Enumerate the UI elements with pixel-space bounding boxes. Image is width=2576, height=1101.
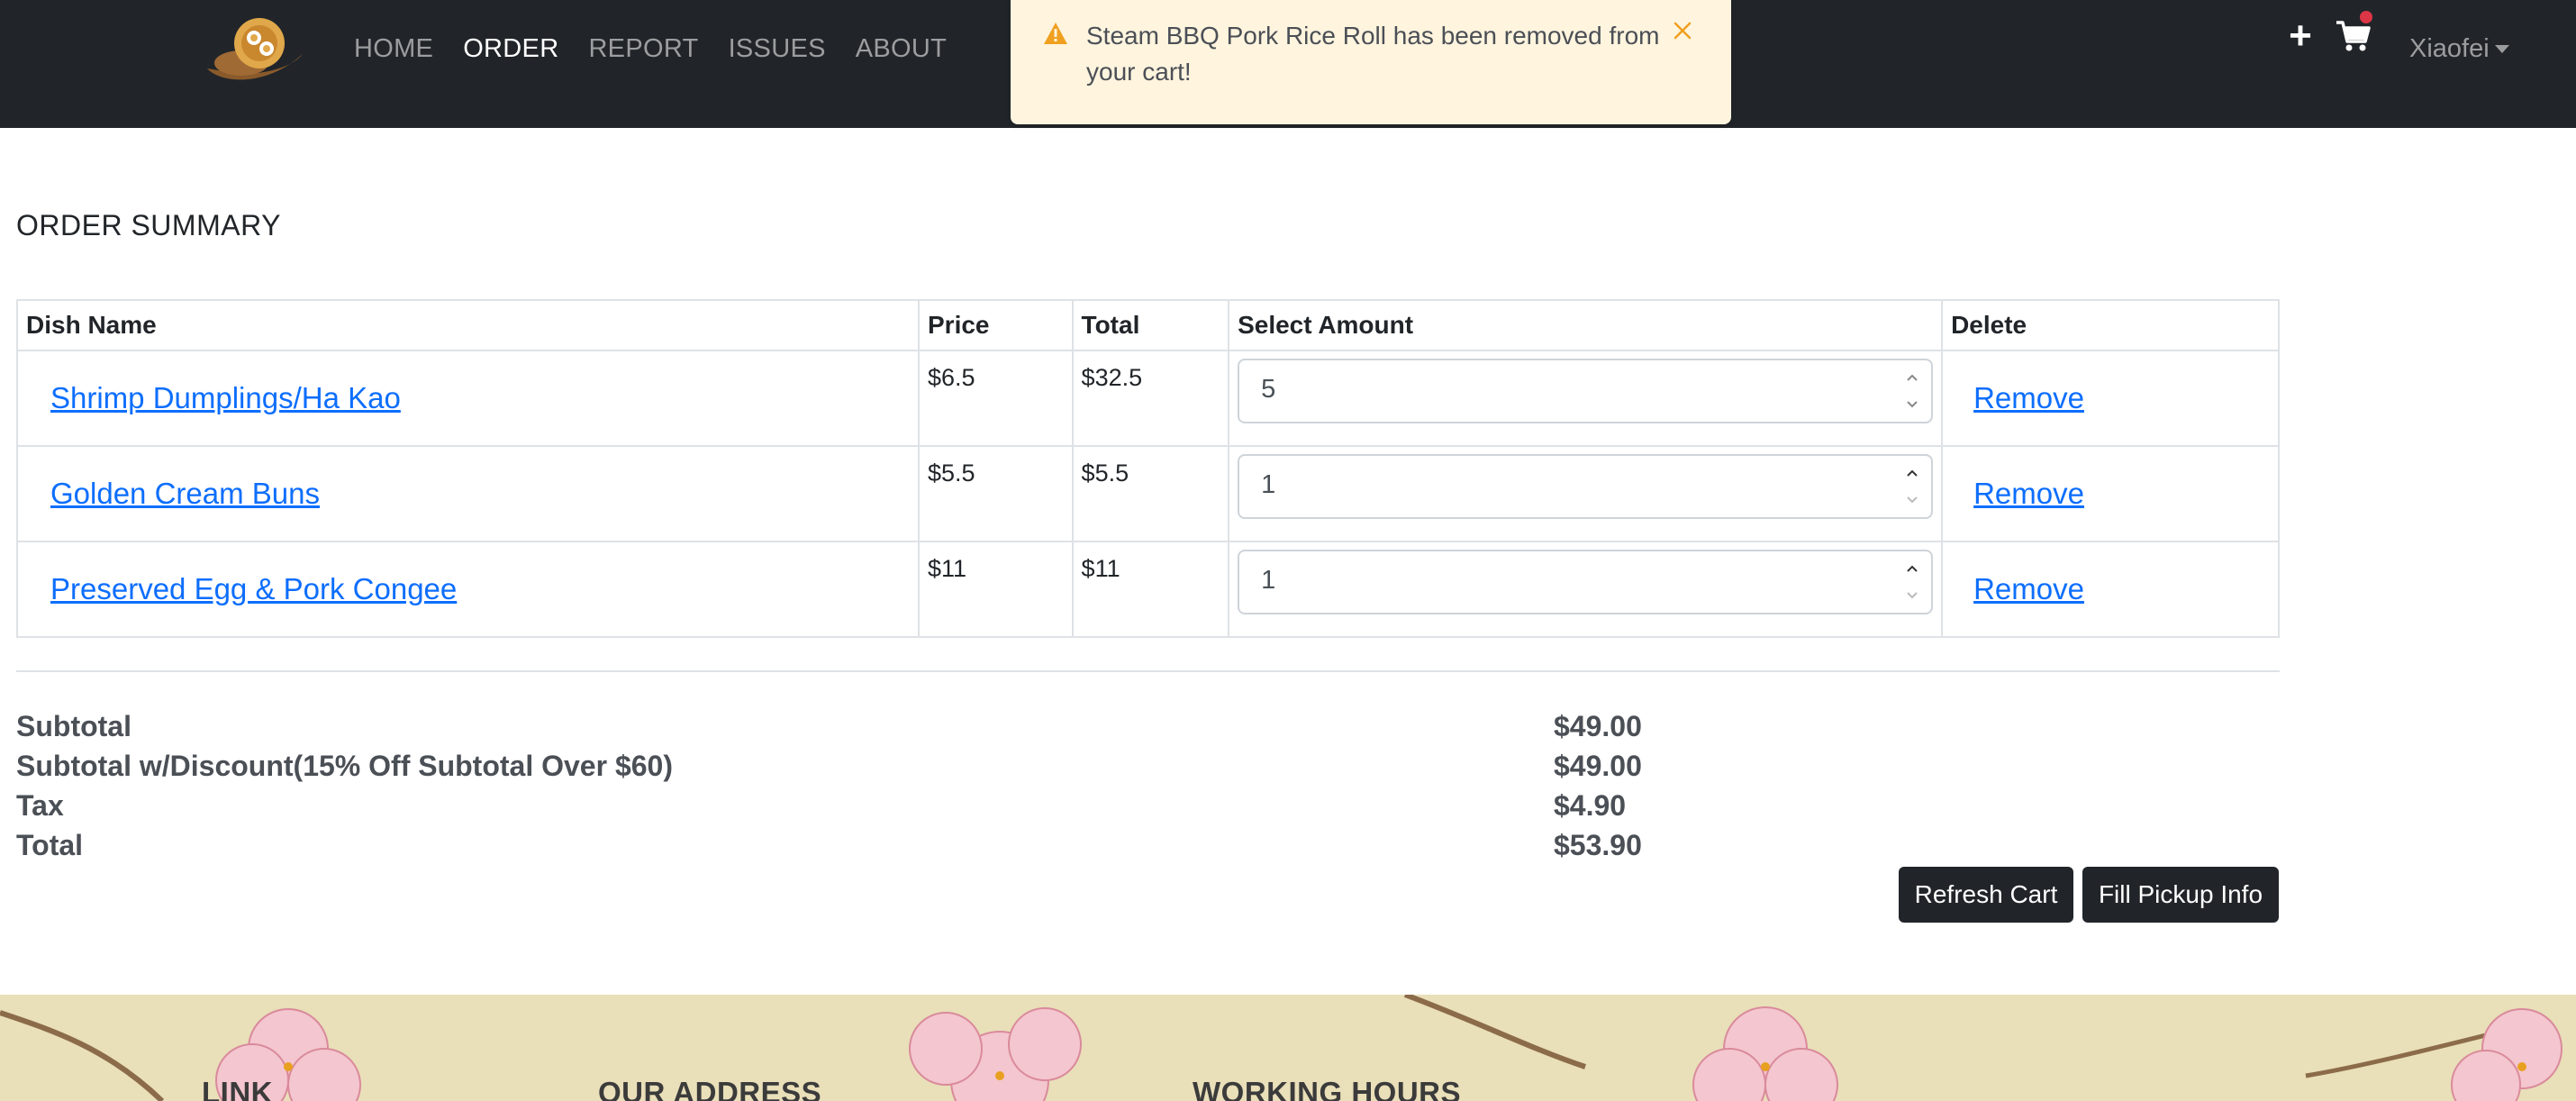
refresh-cart-button[interactable]: Refresh Cart xyxy=(1899,867,2073,923)
table-row: Shrimp Dumplings/Ha Kao $6.5 $32.5 5 Rem… xyxy=(16,350,2280,447)
footer-heading-hours: WORKING HOURS xyxy=(1193,1076,1461,1101)
header-select-amount: Select Amount xyxy=(1228,299,1944,351)
footer: LINK OUR ADDRESS WORKING HOURS xyxy=(0,995,2576,1101)
user-dropdown[interactable]: Xiaofei xyxy=(2409,34,2509,64)
toast-message: Steam BBQ Pork Rice Roll has been remove… xyxy=(1086,22,1660,86)
quantity-value: 1 xyxy=(1261,470,1276,499)
header-price: Price xyxy=(918,299,1074,351)
total-cell: $32.5 xyxy=(1071,350,1230,447)
tax-value: $4.90 xyxy=(1554,789,1627,822)
nav-issues[interactable]: ISSUES xyxy=(729,34,826,64)
quantity-stepper[interactable]: 5 xyxy=(1238,359,1934,423)
remove-link[interactable]: Remove xyxy=(1973,381,2084,414)
nav-links: HOME ORDER REPORT ISSUES ABOUT xyxy=(354,34,976,64)
warning-icon xyxy=(1043,22,1068,45)
divider xyxy=(16,670,2280,672)
chevron-down-icon xyxy=(2494,45,2509,53)
total-label: Total xyxy=(16,829,84,861)
price-cell: $11 xyxy=(918,541,1074,638)
quantity-stepper[interactable]: 1 xyxy=(1238,550,1934,614)
dish-link[interactable]: Preserved Egg & Pork Congee xyxy=(50,572,457,605)
spinner-arrows-icon[interactable] xyxy=(1904,461,1920,512)
restaurant-logo[interactable] xyxy=(202,13,308,86)
tax-label: Tax xyxy=(16,789,64,822)
remove-link[interactable]: Remove xyxy=(1973,477,2084,510)
remove-link[interactable]: Remove xyxy=(1973,572,2084,605)
nav-about[interactable]: ABOUT xyxy=(856,34,947,64)
close-icon[interactable] xyxy=(1668,16,1697,45)
footer-heading-address: OUR ADDRESS xyxy=(598,1076,822,1101)
table-header-row: Dish Name Price Total Select Amount Dele… xyxy=(16,299,2280,351)
header-delete: Delete xyxy=(1941,299,2280,351)
fill-pickup-info-button[interactable]: Fill Pickup Info xyxy=(2082,867,2279,923)
plus-icon[interactable]: + xyxy=(2284,14,2317,58)
subtotal-label: Subtotal xyxy=(16,710,132,742)
table-row: Golden Cream Buns $5.5 $5.5 1 Remove xyxy=(16,445,2280,542)
footer-heading-link: LINK xyxy=(202,1076,273,1101)
total-cell: $11 xyxy=(1071,541,1230,638)
cart-icon[interactable] xyxy=(2335,20,2371,52)
cart-badge xyxy=(2360,11,2372,23)
dish-link[interactable]: Golden Cream Buns xyxy=(50,477,320,510)
subtotal-value: $49.00 xyxy=(1554,710,1642,742)
dish-link[interactable]: Shrimp Dumplings/Ha Kao xyxy=(50,381,401,414)
quantity-stepper[interactable]: 1 xyxy=(1238,454,1934,519)
total-value: $53.90 xyxy=(1554,829,1642,861)
price-cell: $5.5 xyxy=(918,445,1074,542)
header-total: Total xyxy=(1071,299,1230,351)
nav-home[interactable]: HOME xyxy=(354,34,433,64)
price-cell: $6.5 xyxy=(918,350,1074,447)
quantity-value: 5 xyxy=(1261,375,1276,404)
quantity-value: 1 xyxy=(1261,566,1276,595)
page-title: ORDER SUMMARY xyxy=(16,209,281,241)
table-row: Preserved Egg & Pork Congee $11 $11 1 Re… xyxy=(16,541,2280,638)
discount-label: Subtotal w/Discount(15% Off Subtotal Ove… xyxy=(16,750,673,782)
discount-value: $49.00 xyxy=(1554,750,1642,782)
spinner-arrows-icon[interactable] xyxy=(1904,366,1920,416)
total-cell: $5.5 xyxy=(1071,445,1230,542)
cart-table: Dish Name Price Total Select Amount Dele… xyxy=(16,299,2280,638)
nav-report[interactable]: REPORT xyxy=(588,34,698,64)
spinner-arrows-icon[interactable] xyxy=(1904,557,1920,607)
nav-order[interactable]: ORDER xyxy=(463,34,558,64)
user-name: Xiaofei xyxy=(2409,34,2490,63)
header-dish-name: Dish Name xyxy=(16,299,920,351)
toast-notification: Steam BBQ Pork Rice Roll has been remove… xyxy=(1011,0,1731,124)
